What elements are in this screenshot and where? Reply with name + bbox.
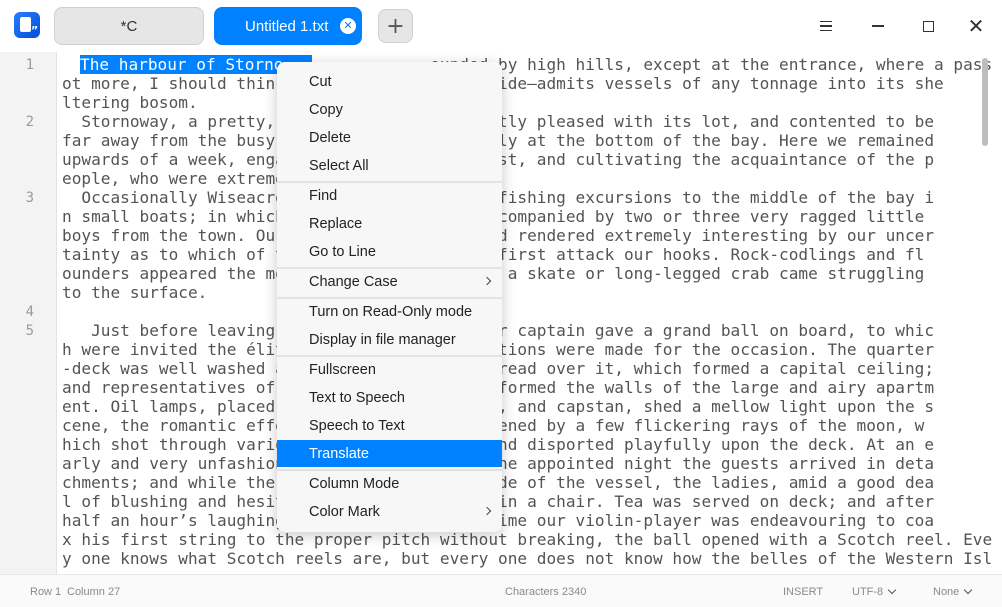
selected-text: The harbour of Storno bbox=[80, 55, 284, 74]
menu-item-delete[interactable]: Delete bbox=[277, 124, 502, 151]
close-icon[interactable]: ✕ bbox=[340, 18, 356, 34]
line-number: 2 bbox=[25, 114, 34, 130]
line-number: 1 bbox=[25, 57, 34, 73]
menu-item-label: Go to Line bbox=[309, 243, 376, 260]
vertical-scrollbar[interactable] bbox=[982, 58, 988, 146]
close-window-button[interactable]: ✕ bbox=[963, 13, 989, 39]
title-bar: ” *C Untitled 1.txt ✕ + ✕ bbox=[0, 0, 1002, 52]
text-line: ot more, I should think yards wide—admit… bbox=[62, 74, 944, 93]
maximize-icon bbox=[922, 20, 934, 32]
encoding-selector[interactable]: UTF-8 bbox=[852, 585, 897, 598]
tab-c[interactable]: *C bbox=[54, 7, 204, 45]
menu-item-label: Display in file manager bbox=[309, 331, 456, 348]
menu-item-color-mark[interactable]: Color Mark bbox=[277, 498, 502, 525]
text-editor-icon: ” bbox=[14, 12, 40, 38]
hamburger-menu-icon bbox=[820, 21, 832, 31]
status-bar: Row 1 Column 27 Characters 2340 INSERT U… bbox=[0, 574, 1002, 607]
context-menu: Cut Copy Delete Select All Find Replace … bbox=[277, 62, 502, 532]
tab-label: *C bbox=[120, 17, 138, 35]
menu-item-label: Cut bbox=[309, 73, 332, 90]
menu-item-read-only[interactable]: Turn on Read-Only mode bbox=[277, 298, 502, 325]
line-number: 3 bbox=[25, 190, 34, 206]
menu-item-label: Copy bbox=[309, 101, 343, 118]
chevron-down-icon bbox=[887, 585, 897, 595]
menu-item-label: Speech to Text bbox=[309, 417, 405, 434]
text-line: ltering bosom. bbox=[62, 93, 198, 112]
maximize-button[interactable] bbox=[915, 13, 941, 39]
chevron-right-icon bbox=[482, 506, 492, 516]
menu-item-label: Select All bbox=[309, 157, 369, 174]
main-menu-button[interactable] bbox=[813, 13, 839, 39]
add-tab-button[interactable]: + bbox=[378, 9, 413, 43]
menu-item-go-to-line[interactable]: Go to Line bbox=[277, 238, 502, 265]
menu-item-column-mode[interactable]: Column Mode bbox=[277, 470, 502, 497]
menu-item-translate[interactable]: Translate bbox=[277, 440, 502, 467]
menu-item-label: Fullscreen bbox=[309, 361, 376, 378]
menu-item-label: Replace bbox=[309, 215, 363, 232]
menu-item-find[interactable]: Find bbox=[277, 182, 502, 209]
menu-item-label: Turn on Read-Only mode bbox=[309, 303, 473, 320]
menu-item-label: Find bbox=[309, 187, 338, 204]
text-line: x his first string to the proper pitch w… bbox=[62, 530, 992, 549]
menu-item-copy[interactable]: Copy bbox=[277, 96, 502, 123]
menu-item-text-to-speech[interactable]: Text to Speech bbox=[277, 384, 502, 411]
text-line: y one knows what Scotch reels are, but e… bbox=[62, 549, 992, 568]
menu-item-label: Text to Speech bbox=[309, 389, 405, 406]
menu-item-label: Column Mode bbox=[309, 475, 400, 492]
insert-mode[interactable]: INSERT bbox=[783, 586, 823, 598]
minimize-button[interactable] bbox=[865, 13, 891, 39]
tab-label: Untitled 1.txt bbox=[245, 17, 329, 35]
menu-item-display-in-file-manager[interactable]: Display in file manager bbox=[277, 326, 502, 353]
highlight-label: None bbox=[933, 586, 960, 598]
cursor-row: Row 1 bbox=[30, 586, 62, 598]
line-number: 5 bbox=[25, 323, 34, 339]
character-count: Characters 2340 bbox=[505, 586, 587, 598]
chevron-right-icon bbox=[482, 276, 492, 286]
line-number: 4 bbox=[25, 304, 34, 320]
text-area[interactable]: ounded by high hills, except at the entr… bbox=[62, 52, 992, 574]
menu-item-cut[interactable]: Cut bbox=[277, 68, 502, 95]
chevron-down-icon bbox=[964, 585, 973, 595]
menu-item-replace[interactable]: Replace bbox=[277, 210, 502, 237]
menu-item-label: Color Mark bbox=[309, 503, 380, 520]
menu-item-speech-to-text[interactable]: Speech to Text bbox=[277, 412, 502, 439]
minimize-icon bbox=[872, 25, 884, 27]
menu-item-label: Translate bbox=[309, 445, 369, 462]
menu-item-select-all[interactable]: Select All bbox=[277, 152, 502, 179]
menu-item-change-case[interactable]: Change Case bbox=[277, 268, 502, 295]
line-number-gutter: 1 2 3 4 5 bbox=[0, 52, 57, 574]
plus-icon: + bbox=[386, 13, 405, 39]
text-line: to the surface. bbox=[62, 283, 208, 302]
menu-item-label: Change Case bbox=[309, 273, 398, 290]
cursor-column: Column 27 bbox=[67, 586, 121, 598]
encoding-label: UTF-8 bbox=[852, 586, 884, 598]
close-icon: ✕ bbox=[967, 14, 985, 38]
menu-item-fullscreen[interactable]: Fullscreen bbox=[277, 356, 502, 383]
menu-item-label: Delete bbox=[309, 129, 351, 146]
highlight-selector[interactable]: None bbox=[933, 585, 973, 598]
tab-untitled-1[interactable]: Untitled 1.txt ✕ bbox=[214, 7, 362, 45]
